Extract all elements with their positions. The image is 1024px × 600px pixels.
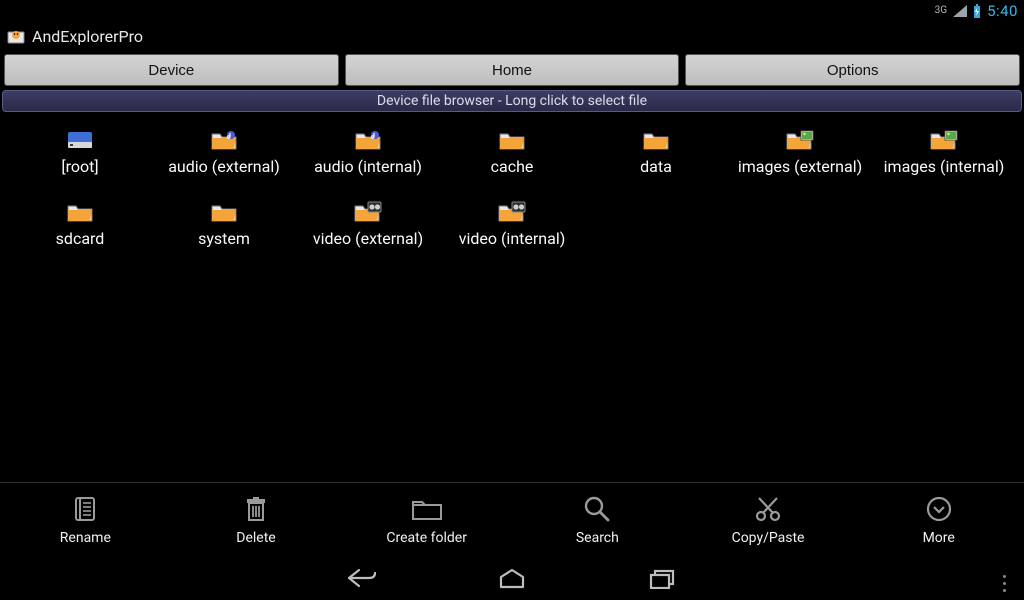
nav-back-button[interactable] (342, 563, 382, 593)
folder-audio-icon (210, 128, 238, 152)
file-item-label: data (640, 158, 672, 176)
options-button[interactable]: Options (685, 54, 1020, 86)
nav-home-button[interactable] (492, 563, 532, 593)
android-status-bar: 3G 5:40 (0, 0, 1024, 22)
file-item[interactable]: video (external) (300, 200, 436, 248)
search-action[interactable]: Search (512, 483, 683, 556)
home-button[interactable]: Home (345, 54, 680, 86)
battery-icon (973, 4, 981, 18)
app-icon (6, 26, 26, 46)
nav-recents-button[interactable] (642, 563, 682, 593)
file-item-label: video (external) (313, 230, 423, 248)
search-label: Search (576, 530, 619, 546)
folder-icon (66, 200, 94, 224)
folder-audio-icon (354, 128, 382, 152)
folder-icon (410, 494, 444, 524)
folder-images-icon (786, 128, 814, 152)
file-item-label: images (internal) (884, 158, 1005, 176)
folder-images-icon (930, 128, 958, 152)
file-item-label: sdcard (56, 230, 105, 248)
trash-icon (241, 494, 271, 524)
file-item-label: cache (491, 158, 534, 176)
signal-icon (953, 5, 967, 17)
file-item[interactable]: video (internal) (444, 200, 580, 248)
hint-text: Device file browser - Long click to sele… (377, 93, 647, 109)
file-item-label: system (198, 230, 250, 248)
folder-video-icon (354, 200, 382, 224)
network-3g-label: 3G (935, 6, 947, 16)
delete-action[interactable]: Delete (171, 483, 342, 556)
file-item[interactable]: audio (external) (156, 128, 292, 176)
file-item[interactable]: data (588, 128, 724, 176)
action-bar: Rename Delete Create folder Search Copy/… (0, 482, 1024, 556)
folder-icon (498, 128, 526, 152)
create-folder-label: Create folder (386, 530, 467, 546)
create-folder-action[interactable]: Create folder (341, 483, 512, 556)
nav-overflow-button[interactable] (994, 575, 1014, 592)
file-item[interactable]: system (156, 200, 292, 248)
file-item[interactable]: audio (internal) (300, 128, 436, 176)
status-clock: 5:40 (987, 2, 1018, 20)
file-item[interactable]: sdcard (12, 200, 148, 248)
file-item[interactable]: [root] (12, 128, 148, 176)
scissors-icon (753, 494, 783, 524)
drive-icon (66, 128, 94, 152)
file-item[interactable]: images (internal) (876, 128, 1012, 176)
delete-label: Delete (236, 530, 275, 546)
top-button-row: Device Home Options (0, 50, 1024, 90)
file-item[interactable]: images (external) (732, 128, 868, 176)
device-button[interactable]: Device (4, 54, 339, 86)
more-icon (924, 494, 954, 524)
android-nav-bar (0, 556, 1024, 600)
folder-video-icon (498, 200, 526, 224)
rename-icon (70, 494, 100, 524)
file-item-label: audio (internal) (314, 158, 422, 176)
file-grid: [root] audio (external) audio (internal) ca… (0, 112, 1024, 264)
search-icon (582, 494, 612, 524)
folder-icon (642, 128, 670, 152)
more-action[interactable]: More (853, 483, 1024, 556)
file-item[interactable]: cache (444, 128, 580, 176)
app-title: AndExplorerPro (32, 27, 143, 46)
app-title-bar: AndExplorerPro (0, 22, 1024, 50)
file-item-label: images (external) (738, 158, 862, 176)
copy-paste-label: Copy/Paste (732, 530, 805, 546)
file-item-label: [root] (61, 158, 98, 176)
file-item-label: audio (external) (168, 158, 280, 176)
file-item-label: video (internal) (459, 230, 566, 248)
folder-icon (210, 200, 238, 224)
rename-action[interactable]: Rename (0, 483, 171, 556)
more-label: More (923, 530, 955, 546)
copy-paste-action[interactable]: Copy/Paste (683, 483, 854, 556)
hint-strip: Device file browser - Long click to sele… (2, 90, 1022, 112)
rename-label: Rename (60, 530, 111, 546)
